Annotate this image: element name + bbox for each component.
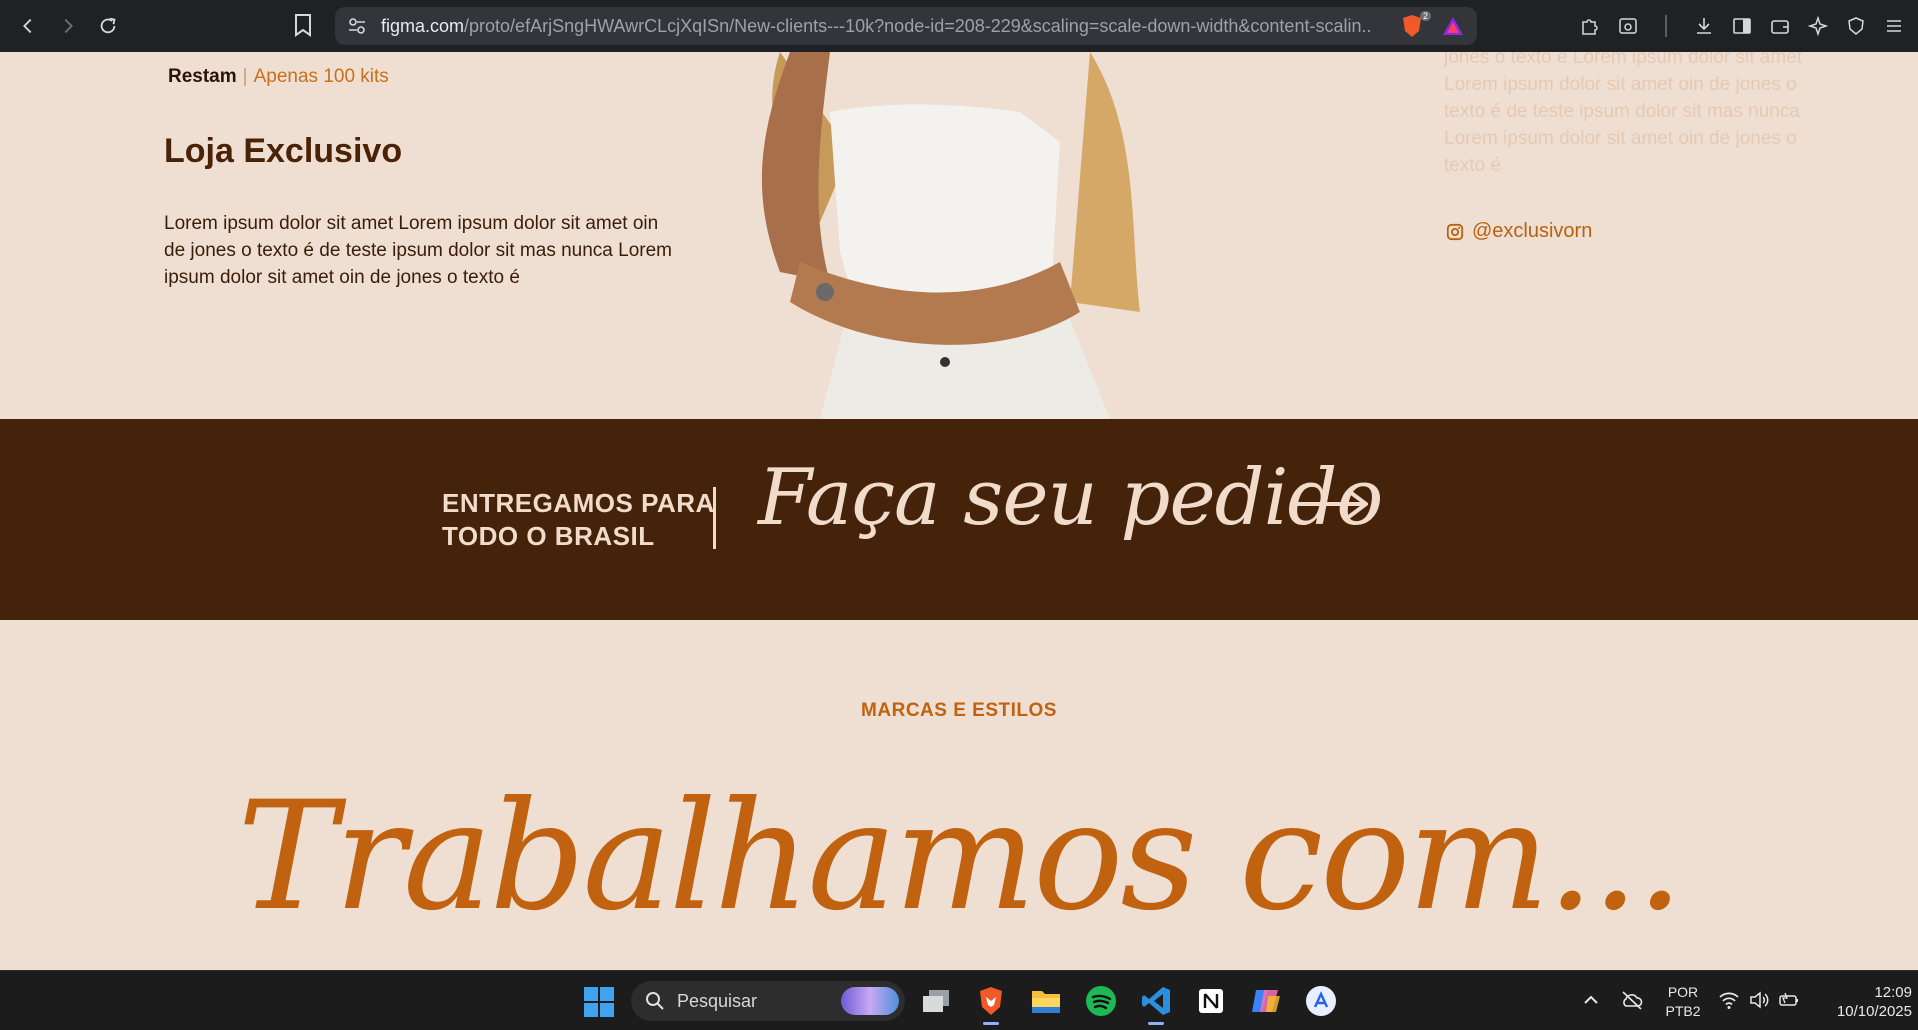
app-store-icon[interactable]: [1303, 983, 1339, 1019]
figma-prototype-page: Restam | Apenas 100 kits Loja Exclusivo Lo…: [0, 52, 1918, 970]
search-highlight-image: [841, 987, 899, 1015]
rewards-triangle-icon: [1443, 17, 1463, 35]
wallet-icon: [1771, 20, 1789, 34]
windows-logo-tile: [584, 1003, 598, 1017]
menu-button[interactable]: [1878, 10, 1910, 42]
sidebar-icon: [1733, 18, 1751, 34]
downloads-button[interactable]: [1688, 10, 1720, 42]
brave-rewards-button[interactable]: [1441, 15, 1465, 41]
back-button[interactable]: [10, 8, 46, 44]
instagram-handle: @exclusivorn: [1472, 220, 1593, 242]
windows-logo-tile: [600, 987, 614, 1001]
spotify-icon[interactable]: [1083, 983, 1119, 1019]
extensions-button[interactable]: [1574, 10, 1606, 42]
instagram-link[interactable]: @exclusivorn: [1446, 220, 1592, 243]
shield-icon: [1848, 17, 1864, 35]
tray-overflow-button[interactable]: [1582, 991, 1600, 1013]
vpn-button[interactable]: [1840, 10, 1872, 42]
battery-icon: [1779, 992, 1798, 1006]
toolbar-actions: [1574, 10, 1910, 42]
shield-count-badge: 2: [1419, 11, 1431, 21]
sparkle-icon: [1808, 16, 1828, 36]
windows-logo-tile: [600, 1003, 614, 1017]
stock-value: Apenas 100 kits: [253, 66, 389, 87]
sidebar-button[interactable]: [1726, 10, 1758, 42]
taskbar-search[interactable]: Pesquisar: [631, 981, 905, 1021]
cloud-offline-button[interactable]: [1620, 989, 1644, 1015]
search-icon: [646, 992, 664, 1010]
notion-icon[interactable]: [1193, 983, 1229, 1019]
model-photo: [761, 52, 1140, 419]
hamburger-icon: [1887, 20, 1901, 32]
puzzle-icon: [1582, 19, 1598, 35]
clock-time: 12:09: [1874, 984, 1912, 1001]
start-button[interactable]: [584, 987, 614, 1017]
brave-shields-button[interactable]: 2: [1399, 11, 1431, 39]
clock-date: 10/10/2025: [1836, 1003, 1912, 1020]
url-text: figma.com/proto/efArjSngHWAwrCLcjXqISn/N…: [381, 16, 1371, 37]
banner-divider: [713, 487, 716, 549]
windows-logo-tile: [584, 987, 598, 1001]
vscode-icon[interactable]: [1138, 983, 1174, 1025]
delivery-text: ENTREGAMOS PARA TODO O BRASIL: [442, 487, 715, 553]
delivery-line-1: ENTREGAMOS PARA: [442, 488, 715, 518]
instagram-icon: [1446, 223, 1464, 240]
delivery-banner: ENTREGAMOS PARA TODO O BRASIL Faça seu p…: [0, 419, 1918, 620]
windows-taskbar: Pesquisar POR PTB2 12:09 10/10/2025: [0, 970, 1918, 1030]
store-title: Loja Exclusivo: [164, 132, 403, 170]
bookmark-button[interactable]: [292, 12, 314, 42]
browser-toolbar: figma.com/proto/efArjSngHWAwrCLcjXqISn/N…: [0, 0, 1918, 52]
section-headline: Trabalhamos com...: [237, 770, 1683, 944]
reader-button[interactable]: [1612, 10, 1644, 42]
reader-icon: [1619, 18, 1637, 34]
forward-button[interactable]: [50, 8, 86, 44]
wifi-icon: [1719, 992, 1739, 1009]
task-view-icon[interactable]: [918, 983, 954, 1019]
store-description: Lorem ipsum dolor sit amet Lorem ipsum d…: [164, 213, 672, 288]
arrow-right-icon[interactable]: [1292, 489, 1370, 519]
stock-separator: |: [242, 66, 248, 87]
cloud-off-icon: [1622, 991, 1643, 1010]
copilot-icon[interactable]: [1248, 983, 1284, 1019]
chevron-right-icon: [64, 18, 73, 34]
reload-icon: [100, 17, 116, 34]
section-kicker: MARCAS E ESTILOS: [861, 700, 1057, 721]
download-icon: [1697, 18, 1711, 34]
system-clock[interactable]: 12:09 10/10/2025: [1812, 983, 1912, 1021]
site-settings-icon: [349, 18, 365, 34]
leo-ai-button[interactable]: [1802, 10, 1834, 42]
file-explorer-icon[interactable]: [1028, 983, 1064, 1019]
brave-icon[interactable]: [973, 983, 1009, 1025]
language-top: POR: [1667, 984, 1699, 1000]
wallet-button[interactable]: [1764, 10, 1796, 42]
brands-section: MARCAS E ESTILOS Trabalhamos com...: [0, 620, 1918, 970]
chevron-left-icon: [23, 18, 32, 34]
language-bottom: PTB2: [1665, 1003, 1701, 1019]
volume-icon: [1750, 991, 1769, 1009]
language-indicator[interactable]: POR PTB2: [1660, 983, 1706, 1021]
stock-label: Restam: [168, 66, 237, 87]
chevron-up-icon: [1584, 995, 1598, 1004]
bookmark-icon: [295, 14, 311, 37]
delivery-line-2: TODO O BRASIL: [442, 521, 655, 551]
stock-notice: Restam | Apenas 100 kits: [168, 66, 389, 88]
address-bar[interactable]: figma.com/proto/efArjSngHWAwrCLcjXqISn/N…: [335, 7, 1477, 45]
url-path: /proto/efArjSngHWAwrCLcjXqISn/New-client…: [464, 15, 1371, 36]
toolbar-divider: [1650, 10, 1682, 42]
quick-settings-button[interactable]: [1718, 989, 1800, 1011]
store-intro-section: Restam | Apenas 100 kits Loja Exclusivo Lo…: [0, 52, 1918, 419]
url-host: figma.com: [381, 15, 465, 36]
search-placeholder: Pesquisar: [677, 990, 758, 1011]
reload-button[interactable]: [90, 8, 126, 44]
faded-description: jones o texto é Lorem ipsum dolor sit am…: [1444, 52, 1803, 176]
order-cta-button[interactable]: Faça seu pedido: [758, 453, 1383, 543]
